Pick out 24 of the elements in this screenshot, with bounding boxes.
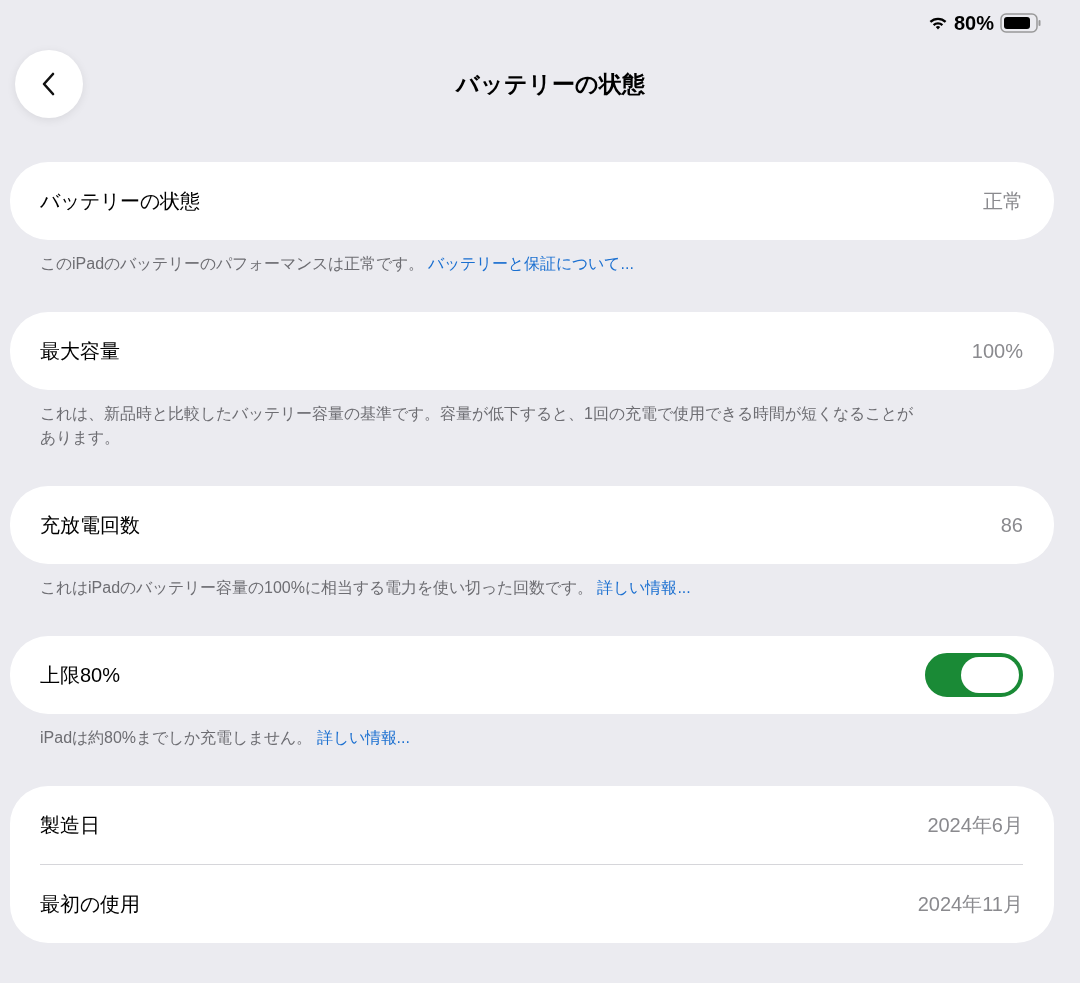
row-value: 2024年11月 — [917, 891, 1023, 917]
battery-percentage: 80% — [953, 11, 994, 35]
footnote: iPadは約80%までしか充電しません。 詳しい情報... — [40, 728, 411, 748]
row-label: バッテリーの状態 — [40, 188, 200, 214]
footnote: これは、新品時と比較したバッテリー容量の基準です。容量が低下すると、1回の充電で使用できる時間が短くなることがあります。 — [40, 404, 914, 448]
chevron-left-icon — [42, 72, 56, 96]
info-link[interactable]: バッテリーと保証について... — [428, 255, 634, 272]
battery-icon — [1000, 13, 1042, 33]
wifi-icon — [927, 15, 948, 31]
footnote: これはiPadのバッテリー容量の100%に相当する電力を使い切った回数です。 詳しい情報... — [40, 578, 692, 598]
row-label: 最大容量 — [40, 338, 120, 364]
footnote: このiPadのバッテリーのパフォーマンスは正常です。 バッテリーと保証について... — [40, 254, 635, 274]
page-title: バッテリーの状態 — [455, 69, 645, 99]
row-label: 上限80% — [40, 662, 121, 688]
row-value: 100% — [971, 339, 1023, 363]
row-label: 最初の使用 — [40, 891, 140, 917]
row-value: 正常 — [983, 188, 1023, 214]
row-label: 製造日 — [40, 812, 100, 838]
info-link[interactable]: 詳しい情報... — [316, 729, 410, 746]
info-link[interactable]: 詳しい情報... — [597, 579, 691, 596]
row-value: 86 — [1000, 513, 1023, 537]
row-label: 充放電回数 — [40, 512, 140, 538]
row-value: 2024年6月 — [927, 812, 1023, 838]
toggle-switch[interactable] — [925, 653, 1023, 697]
